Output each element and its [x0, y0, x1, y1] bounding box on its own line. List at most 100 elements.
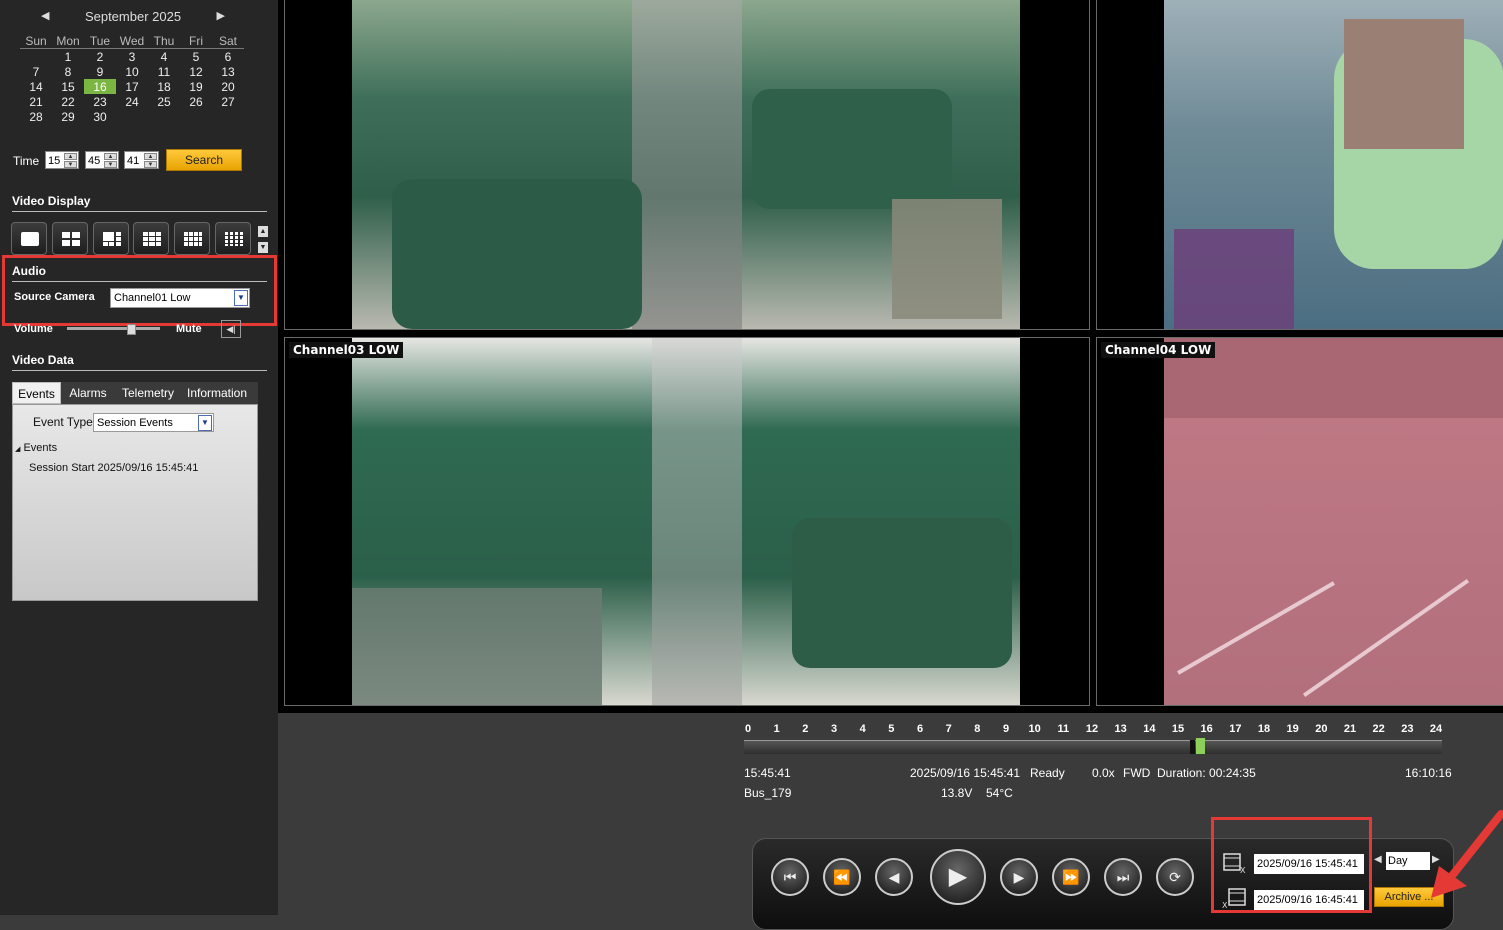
timeline-hour-tick: 3	[830, 723, 838, 735]
video-tile-channel01[interactable]	[284, 0, 1090, 330]
search-button[interactable]: Search	[166, 149, 242, 171]
hour-down-icon[interactable]: ▼	[64, 161, 77, 168]
fast-rewind-icon[interactable]: ⏪	[823, 858, 861, 896]
layout-3x3-button[interactable]	[133, 222, 169, 255]
calendar-day[interactable]: 22	[52, 94, 84, 109]
layout-1x1-button[interactable]	[11, 222, 47, 255]
timeline-position-marker[interactable]	[1189, 740, 1195, 754]
tab-events[interactable]: Events	[12, 382, 61, 404]
timeline-hour-tick: 21	[1343, 723, 1357, 735]
step-forward-icon[interactable]: ▶	[1000, 858, 1038, 896]
skip-start-icon[interactable]: ⏮	[771, 858, 809, 896]
minute-spinner[interactable]: 45 ▲ ▼	[85, 151, 119, 169]
second-value: 41	[127, 155, 140, 167]
range-prev-icon[interactable]: ◀	[1374, 854, 1382, 865]
calendar-day[interactable]: 12	[180, 64, 212, 79]
channel04-label: Channel04 LOW	[1101, 342, 1216, 358]
calendar-day[interactable]: 9	[84, 64, 116, 79]
layout-2x2-button[interactable]	[52, 222, 88, 255]
calendar-day[interactable]: 1	[52, 49, 84, 65]
tab-telemetry[interactable]: Telemetry	[116, 382, 180, 404]
calendar-day[interactable]: 17	[116, 79, 148, 94]
calendar-day[interactable]: 27	[212, 94, 244, 109]
temperature: 54°C	[986, 786, 1013, 800]
calendar-day[interactable]: 19	[180, 79, 212, 94]
calendar-day[interactable]: 30	[84, 109, 116, 124]
weekday-header: Sat	[212, 33, 244, 49]
speaker-icon[interactable]: ◀|	[221, 320, 241, 338]
calendar-day[interactable]: 28	[20, 109, 52, 124]
minute-down-icon[interactable]: ▼	[104, 161, 117, 168]
calendar-day[interactable]: 16	[84, 79, 116, 94]
event-type-select[interactable]: Session Events ▼	[93, 413, 214, 432]
next-month-button[interactable]: ▶	[217, 9, 225, 22]
calendar-day[interactable]: 13	[212, 64, 244, 79]
calendar-day[interactable]: 11	[148, 64, 180, 79]
video-tile-channel02[interactable]	[1096, 0, 1503, 330]
calendar-day[interactable]: 4	[148, 49, 180, 65]
calendar-day[interactable]: 26	[180, 94, 212, 109]
layout-single-icon	[20, 231, 40, 247]
tab-alarms[interactable]: Alarms	[63, 382, 113, 404]
divider	[12, 211, 267, 212]
calendar-day[interactable]: 21	[20, 94, 52, 109]
calendar-day[interactable]: 25	[148, 94, 180, 109]
hour-spinner[interactable]: 15 ▲ ▼	[45, 151, 79, 169]
weekday-header: Fri	[180, 33, 212, 49]
archive-button[interactable]: Archive ...	[1374, 887, 1444, 907]
source-camera-select[interactable]: Channel01 Low ▼	[110, 288, 250, 308]
calendar-day[interactable]: 23	[84, 94, 116, 109]
layout-nine-icon	[142, 231, 162, 247]
fast-forward-icon[interactable]: ⏩	[1052, 858, 1090, 896]
second-down-icon[interactable]: ▼	[144, 161, 157, 168]
timeline-hour-tick: 7	[945, 723, 952, 735]
layout-scroll-up-icon[interactable]: ▲	[258, 226, 268, 237]
calendar-day[interactable]: 6	[212, 49, 244, 65]
calendar-day[interactable]: 7	[20, 64, 52, 79]
volume-slider-handle[interactable]	[127, 324, 136, 335]
range-selector[interactable]: ◀ Day ▶	[1374, 852, 1442, 872]
events-tree-root[interactable]: ◢ Events	[15, 442, 57, 454]
calendar-day[interactable]: 5	[180, 49, 212, 65]
calendar-day[interactable]: 20	[212, 79, 244, 94]
calendar-day[interactable]: 15	[52, 79, 84, 94]
layout-4x4-button[interactable]	[215, 222, 251, 255]
calendar-day[interactable]: 14	[20, 79, 52, 94]
play-icon[interactable]: ▶	[930, 849, 986, 905]
layout-scroll-down-icon[interactable]: ▼	[258, 242, 268, 253]
calendar-day[interactable]: 2	[84, 49, 116, 65]
chevron-down-icon[interactable]: ▼	[198, 415, 212, 431]
video-tile-channel04[interactable]: Channel04 LOW	[1096, 337, 1503, 706]
layout-1plus5-button[interactable]	[93, 222, 129, 255]
step-back-icon[interactable]: ◀	[875, 858, 913, 896]
end-clip-icon: X	[1222, 886, 1248, 910]
video-tile-channel03[interactable]: Channel03 LOW	[284, 337, 1090, 706]
collapse-triangle-icon[interactable]: ◢	[15, 446, 20, 453]
end-datetime-field[interactable]: 2025/09/16 16:45:41	[1254, 890, 1364, 910]
second-up-icon[interactable]: ▲	[144, 153, 157, 160]
time-label: Time	[13, 154, 40, 168]
second-spinner[interactable]: 41 ▲ ▼	[124, 151, 159, 169]
vehicle-name: Bus_179	[744, 786, 792, 800]
event-type-value: Session Events	[97, 417, 173, 429]
start-datetime-field[interactable]: 2025/09/16 15:45:41	[1254, 854, 1364, 874]
calendar-day[interactable]: 29	[52, 109, 84, 124]
calendar-day[interactable]: 3	[116, 49, 148, 65]
calendar-day[interactable]: 18	[148, 79, 180, 94]
events-tree-item[interactable]: Session Start 2025/09/16 15:45:41	[29, 462, 198, 474]
loop-icon[interactable]: ⟳	[1156, 858, 1194, 896]
timeline-bar[interactable]	[744, 738, 1442, 754]
layout-3x4-button[interactable]	[174, 222, 210, 255]
chevron-down-icon[interactable]: ▼	[234, 290, 248, 306]
minute-up-icon[interactable]: ▲	[104, 153, 117, 160]
tab-information[interactable]: Information	[184, 382, 250, 404]
hour-up-icon[interactable]: ▲	[64, 153, 77, 160]
volume-slider[interactable]	[67, 327, 160, 330]
range-next-icon[interactable]: ▶	[1432, 854, 1440, 865]
layout-sixteen-icon	[224, 231, 244, 247]
calendar-day[interactable]: 10	[116, 64, 148, 79]
calendar-day[interactable]: 8	[52, 64, 84, 79]
skip-end-icon[interactable]: ⏭	[1104, 858, 1142, 896]
calendar-day[interactable]: 24	[116, 94, 148, 109]
svg-text:X: X	[1240, 866, 1246, 875]
